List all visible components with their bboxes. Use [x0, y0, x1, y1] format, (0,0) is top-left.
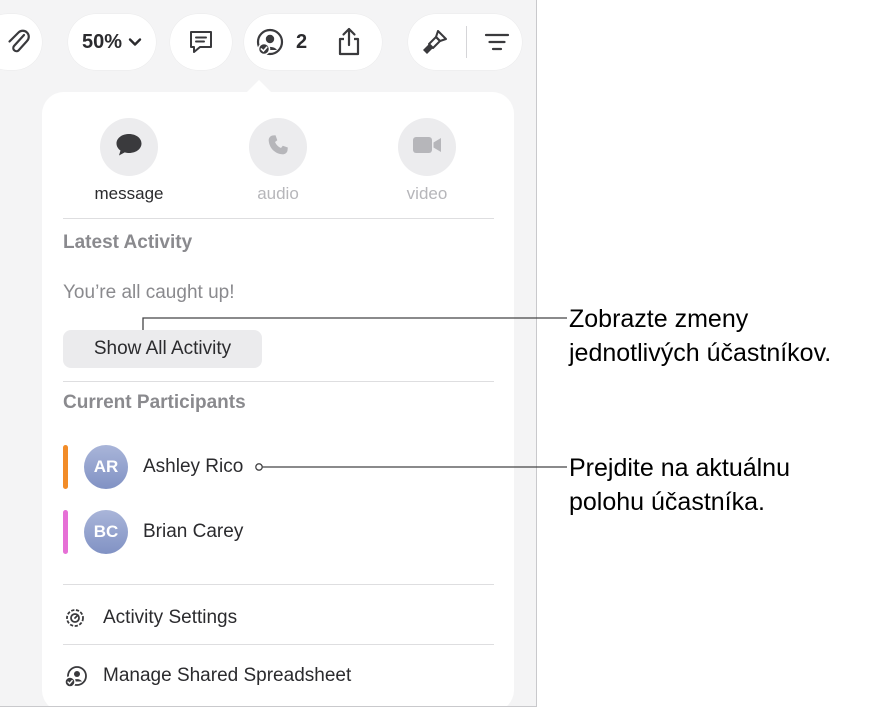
paperclip-icon — [5, 27, 31, 57]
callout-line-2: polohu účastníka. — [569, 488, 765, 516]
avatar: AR — [84, 445, 128, 489]
participant-color-bar — [63, 445, 68, 489]
toolbar-divider — [465, 26, 467, 58]
participant-name: Brian Carey — [143, 521, 244, 542]
manage-shared-spreadsheet-label: Manage Shared Spreadsheet — [103, 665, 352, 686]
callout-leader-show-activity — [142, 317, 567, 330]
message-action-label: message — [94, 184, 164, 203]
video-camera-icon — [411, 134, 443, 161]
chevron-down-icon — [128, 37, 142, 47]
attach-button[interactable] — [0, 14, 42, 70]
video-action-label: video — [406, 184, 448, 203]
message-bubble-icon — [114, 131, 144, 164]
format-organize-group — [408, 14, 522, 70]
participant-row[interactable]: BC Brian Carey — [63, 510, 483, 554]
share-icon[interactable] — [335, 26, 363, 58]
divider-activity — [63, 381, 494, 382]
callout-show-activity: Zobrazte zmeny jednotlivých účastníkov. — [569, 302, 831, 370]
collaborate-icon — [254, 26, 286, 58]
participant-name: Ashley Rico — [143, 456, 244, 477]
activity-settings-icon — [63, 606, 87, 635]
divider-contact-actions — [63, 218, 494, 219]
callout-line-1: Prejdite na aktuálnu — [569, 454, 790, 482]
video-action-circle — [398, 118, 456, 176]
manage-shared-spreadsheet-item[interactable]: Manage Shared Spreadsheet — [63, 661, 493, 691]
divider-menu — [63, 644, 494, 645]
callout-participant-location: Prejdite na aktuálnu polohu účastníka. — [569, 451, 790, 519]
avatar: BC — [84, 510, 128, 554]
show-all-activity-button[interactable]: Show All Activity — [63, 330, 262, 368]
current-participants-heading: Current Participants — [63, 392, 246, 413]
callout-line-2: jednotlivých účastníkov. — [569, 339, 832, 367]
callout-leader-participant — [255, 463, 567, 471]
zoom-level: 50% — [81, 30, 123, 53]
zoom-menu-button[interactable]: 50% — [68, 14, 156, 70]
manage-shared-icon — [63, 664, 89, 695]
callout-line-1: Zobrazte zmeny — [569, 305, 749, 333]
activity-settings-label: Activity Settings — [103, 607, 238, 628]
participant-color-bar — [63, 510, 68, 554]
message-action[interactable]: message — [69, 118, 189, 204]
organize-icon[interactable] — [483, 31, 511, 53]
audio-action[interactable]: audio — [218, 118, 338, 204]
divider-participants — [63, 584, 494, 585]
activity-status-text: You’re all caught up! — [63, 282, 235, 303]
collaborate-button[interactable]: 2 — [244, 14, 382, 70]
audio-action-circle — [249, 118, 307, 176]
latest-activity-heading: Latest Activity — [63, 232, 193, 253]
comment-icon — [186, 27, 216, 57]
comment-button[interactable] — [170, 14, 232, 70]
format-brush-icon[interactable] — [420, 27, 450, 57]
audio-action-label: audio — [257, 184, 299, 203]
activity-settings-item[interactable]: Activity Settings — [63, 603, 493, 633]
video-action[interactable]: video — [367, 118, 487, 204]
app-window: 50% 2 message audio video Latest Activit… — [0, 0, 537, 707]
message-action-circle — [100, 118, 158, 176]
phone-icon — [265, 132, 291, 163]
collaborator-count: 2 — [296, 30, 308, 53]
